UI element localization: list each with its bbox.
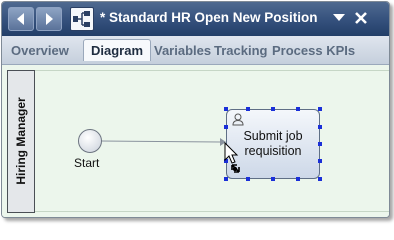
tab-variables[interactable]: Variables xyxy=(154,43,211,58)
mouse-pointer-icon xyxy=(224,142,240,173)
diagram-canvas[interactable]: Hiring Manager Start Submit job requisit… xyxy=(2,65,389,217)
sequence-flow[interactable] xyxy=(2,65,389,217)
resize-handle[interactable] xyxy=(318,159,322,163)
resize-handle[interactable] xyxy=(246,177,250,181)
resize-handle[interactable] xyxy=(224,125,228,129)
resize-handle[interactable] xyxy=(318,107,322,111)
human-task-icon xyxy=(232,113,244,126)
close-icon[interactable] xyxy=(354,11,368,25)
editor-tab-bar: Overview Diagram Variables Tracking Proc… xyxy=(2,36,389,65)
resize-handle[interactable] xyxy=(318,142,322,146)
resize-handle[interactable] xyxy=(318,125,322,129)
dropdown-arrow-icon[interactable] xyxy=(333,14,345,22)
tab-overview[interactable]: Overview xyxy=(11,43,69,58)
resize-handle[interactable] xyxy=(296,177,300,181)
chevron-left-icon xyxy=(17,13,24,25)
tab-diagram[interactable]: Diagram xyxy=(83,39,152,61)
start-event-label: Start xyxy=(74,156,100,170)
window-title: * Standard HR Open New Position xyxy=(100,10,318,25)
title-bar: * Standard HR Open New Position xyxy=(2,2,389,36)
tab-tracking[interactable]: Tracking xyxy=(214,43,267,58)
resize-handle[interactable] xyxy=(296,107,300,111)
resize-handle[interactable] xyxy=(271,107,275,111)
back-button[interactable] xyxy=(8,7,34,31)
resize-handle[interactable] xyxy=(318,177,322,181)
resize-handle[interactable] xyxy=(246,107,250,111)
tab-process-kpis[interactable]: Process KPIs xyxy=(272,43,355,58)
resize-handle[interactable] xyxy=(224,107,228,111)
forward-button[interactable] xyxy=(36,7,62,31)
chevron-right-icon xyxy=(46,13,53,25)
resize-handle[interactable] xyxy=(271,177,275,181)
process-editor-icon xyxy=(70,7,94,31)
start-event[interactable] xyxy=(78,129,102,153)
process-editor-window: * Standard HR Open New Position Overview… xyxy=(1,1,390,218)
